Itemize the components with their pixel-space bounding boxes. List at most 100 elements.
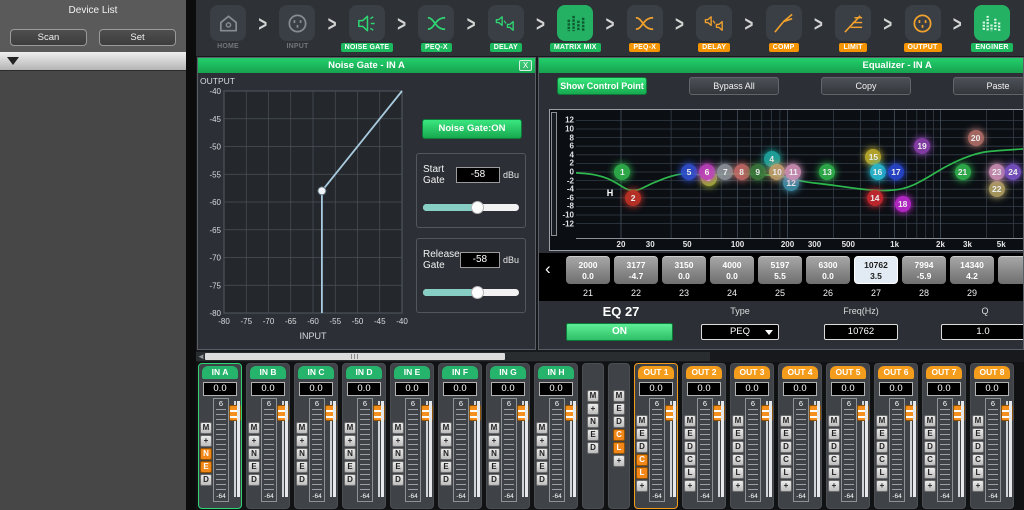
- band-cell-24[interactable]: 40000.0: [710, 256, 754, 284]
- strip-button-N[interactable]: N: [587, 416, 599, 428]
- strip-button-C[interactable]: C: [828, 454, 840, 466]
- strip-button-L[interactable]: L: [636, 467, 648, 479]
- start-gate-slider-thumb[interactable]: [471, 201, 484, 214]
- eq-control-point-24[interactable]: 24: [1005, 164, 1021, 180]
- channel-gain-value[interactable]: 0.0: [927, 382, 961, 396]
- start-gate-slider[interactable]: [423, 201, 519, 214]
- strip-button-C[interactable]: C: [684, 454, 696, 466]
- strip-button-M[interactable]: M: [972, 415, 984, 427]
- strip-button-D[interactable]: D: [296, 474, 308, 486]
- toolbar-item-output[interactable]: OUTPUT: [897, 5, 949, 52]
- freq-input[interactable]: 10762: [824, 324, 898, 340]
- eq-control-point-14[interactable]: 14: [867, 190, 883, 206]
- type-dropdown[interactable]: PEQ: [701, 324, 779, 340]
- release-gate-value[interactable]: -58: [460, 252, 500, 268]
- strip-button-E[interactable]: E: [344, 461, 356, 473]
- strip-button-E[interactable]: E: [392, 461, 404, 473]
- band-cell-29[interactable]: 143404.2: [950, 256, 994, 284]
- strip-button-L[interactable]: L: [780, 467, 792, 479]
- strip-button-M[interactable]: M: [924, 415, 936, 427]
- strip-button-D[interactable]: D: [876, 441, 888, 453]
- strip-button-+[interactable]: +: [972, 480, 984, 492]
- strip-button-L[interactable]: L: [924, 467, 936, 479]
- strip-button-+[interactable]: +: [344, 435, 356, 447]
- strip-button-M[interactable]: M: [732, 415, 744, 427]
- eq-plot-area[interactable]: 312567894101211131514161718192120222324H: [576, 110, 1024, 238]
- strip-button-E[interactable]: E: [972, 428, 984, 440]
- strip-button-L[interactable]: L: [613, 442, 625, 454]
- toolbar-item-input[interactable]: INPUT: [271, 5, 323, 50]
- strip-button-E[interactable]: E: [876, 428, 888, 440]
- strip-button-+[interactable]: +: [200, 435, 212, 447]
- strip-button-D[interactable]: D: [828, 441, 840, 453]
- strip-button-+[interactable]: +: [780, 480, 792, 492]
- strip-button-E[interactable]: E: [440, 461, 452, 473]
- horizontal-scrollbar[interactable]: ◄: [196, 352, 710, 361]
- channel-gain-value[interactable]: 0.0: [251, 382, 285, 396]
- strip-button-N[interactable]: N: [488, 448, 500, 460]
- eq-control-point-21[interactable]: 21: [955, 164, 971, 180]
- strip-button-N[interactable]: N: [248, 448, 260, 460]
- eq-on-button[interactable]: ON: [566, 323, 673, 341]
- strip-button-+[interactable]: +: [296, 435, 308, 447]
- strip-button-M[interactable]: M: [613, 390, 625, 402]
- strip-button-+[interactable]: +: [828, 480, 840, 492]
- strip-button-E[interactable]: E: [924, 428, 936, 440]
- strip-button-L[interactable]: L: [684, 467, 696, 479]
- strip-button-N[interactable]: N: [344, 448, 356, 460]
- device-dropdown[interactable]: [0, 52, 186, 71]
- strip-button-+[interactable]: +: [613, 455, 625, 467]
- noise-gate-titlebar[interactable]: Noise Gate - IN A X: [198, 58, 535, 73]
- eq-control-point-9[interactable]: 9: [750, 164, 766, 180]
- strip-button-+[interactable]: +: [924, 480, 936, 492]
- toolbar-item-peq-x-in[interactable]: PEQ-X: [410, 5, 462, 52]
- eq-control-point-13[interactable]: 13: [819, 164, 835, 180]
- noise-gate-on-button[interactable]: Noise Gate:ON: [422, 119, 522, 139]
- strip-button-D[interactable]: D: [732, 441, 744, 453]
- channel-gain-value[interactable]: 0.0: [491, 382, 525, 396]
- eq-control-point-2[interactable]: 2: [625, 190, 641, 206]
- strip-button-D[interactable]: D: [587, 442, 599, 454]
- strip-button-D[interactable]: D: [972, 441, 984, 453]
- strip-button-M[interactable]: M: [876, 415, 888, 427]
- eq-control-point-8[interactable]: 8: [734, 164, 750, 180]
- band-cell-23[interactable]: 31500.0: [662, 256, 706, 284]
- strip-button-+[interactable]: +: [636, 480, 648, 492]
- channel-gain-value[interactable]: 0.0: [879, 382, 913, 396]
- strip-button-+[interactable]: +: [684, 480, 696, 492]
- strip-button-+[interactable]: +: [876, 480, 888, 492]
- strip-button-C[interactable]: C: [780, 454, 792, 466]
- eq-control-point-5[interactable]: 5: [681, 164, 697, 180]
- strip-button-M[interactable]: M: [392, 422, 404, 434]
- strip-button-D[interactable]: D: [200, 474, 212, 486]
- strip-button-N[interactable]: N: [536, 448, 548, 460]
- strip-button-E[interactable]: E: [684, 428, 696, 440]
- channel-gain-value[interactable]: 0.0: [443, 382, 477, 396]
- strip-button-M[interactable]: M: [248, 422, 260, 434]
- eq-control-point-18[interactable]: 18: [895, 196, 911, 212]
- strip-button-E[interactable]: E: [296, 461, 308, 473]
- strip-button-C[interactable]: C: [732, 454, 744, 466]
- band-cell-26[interactable]: 63000.0: [806, 256, 850, 284]
- channel-gain-value[interactable]: 0.0: [299, 382, 333, 396]
- band-cell-25[interactable]: 51975.5: [758, 256, 802, 284]
- channel-gain-value[interactable]: 0.0: [735, 382, 769, 396]
- strip-button-L[interactable]: L: [732, 467, 744, 479]
- band-cell-22[interactable]: 3177-4.7: [614, 256, 658, 284]
- strip-button-N[interactable]: N: [440, 448, 452, 460]
- strip-button-C[interactable]: C: [613, 429, 625, 441]
- band-cell-27[interactable]: 107623.5: [854, 256, 898, 284]
- set-button[interactable]: Set: [99, 29, 176, 46]
- strip-button-+[interactable]: +: [587, 403, 599, 415]
- noise-gate-transfer-chart[interactable]: -40-45-50-55-60-65-70-75-80-80-75-70-65-…: [198, 73, 414, 345]
- toolbar-item-delay-in[interactable]: DELAY: [480, 5, 532, 52]
- toolbar-item-limit[interactable]: LIMIT: [827, 5, 879, 52]
- close-icon[interactable]: X: [519, 60, 532, 71]
- strip-button-L[interactable]: L: [972, 467, 984, 479]
- strip-button-C[interactable]: C: [636, 454, 648, 466]
- strip-button-E[interactable]: E: [488, 461, 500, 473]
- scroll-left-arrow-icon[interactable]: ◄: [197, 352, 205, 361]
- copy-button[interactable]: Copy: [821, 77, 911, 95]
- show-control-point-button[interactable]: Show Control Point: [557, 77, 647, 95]
- channel-gain-value[interactable]: 0.0: [395, 382, 429, 396]
